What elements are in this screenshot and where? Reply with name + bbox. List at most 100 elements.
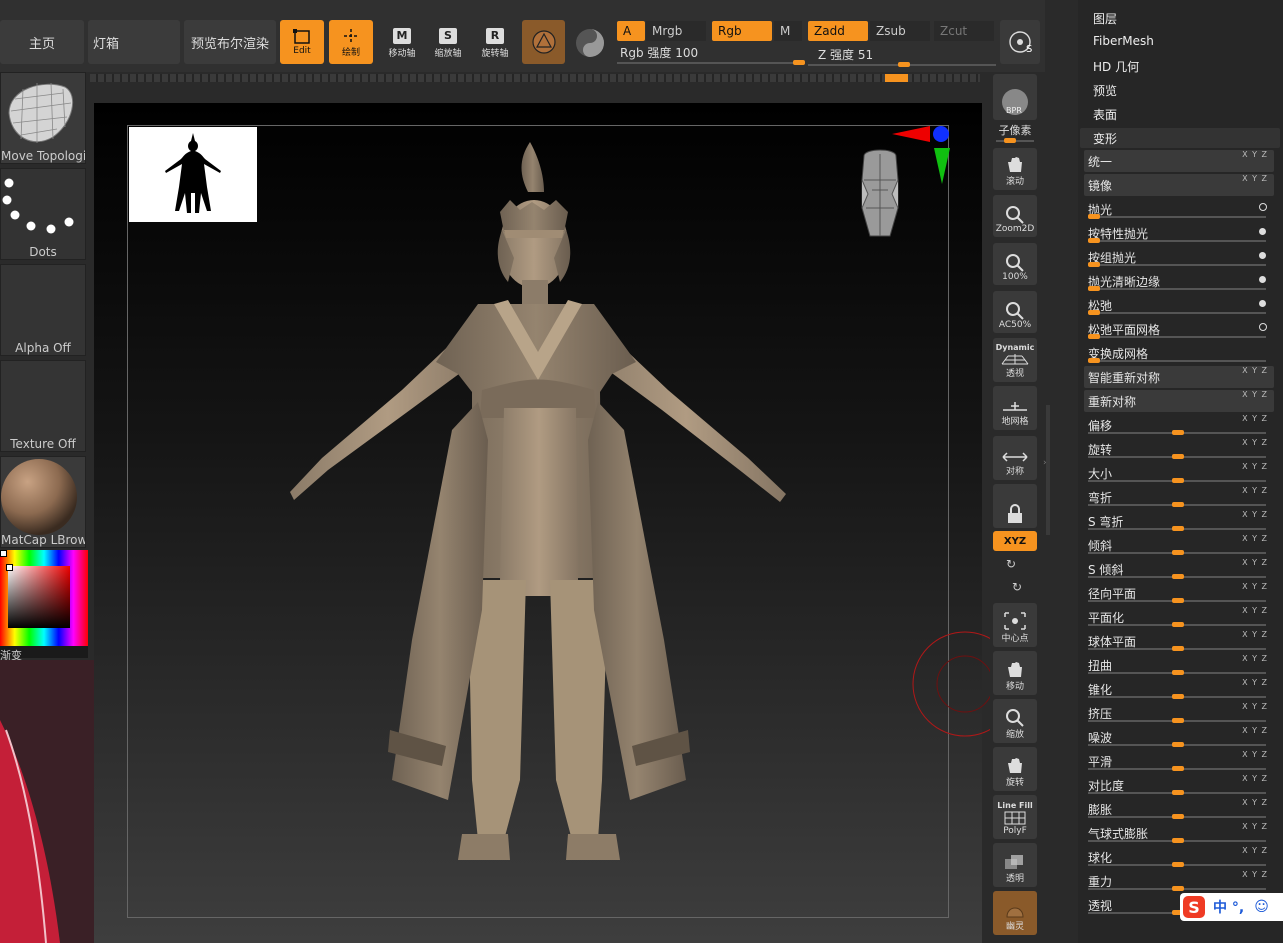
- xyz-axis-toggles[interactable]: X Y Z: [1242, 462, 1268, 471]
- deformation-slider-thumb[interactable]: [1172, 478, 1184, 483]
- deformation-slider[interactable]: [1088, 286, 1266, 291]
- rotate-view-button[interactable]: 旋转: [993, 747, 1037, 791]
- m-toggle[interactable]: M: [774, 21, 802, 41]
- draw-size-button[interactable]: S: [1000, 20, 1040, 64]
- deformation-slider-thumb[interactable]: [1172, 886, 1184, 891]
- menu-layers[interactable]: 图层: [1093, 10, 1117, 27]
- bpr-render-button[interactable]: BPR: [993, 74, 1037, 120]
- xyz-axis-toggles[interactable]: X Y Z: [1242, 846, 1268, 855]
- deformation-slider-thumb[interactable]: [1172, 742, 1184, 747]
- ghost-button[interactable]: 幽灵: [993, 891, 1037, 935]
- deformation-slider[interactable]: [1088, 862, 1266, 867]
- scale-gizmo-button[interactable]: S 缩放轴: [426, 22, 470, 64]
- menu-surface[interactable]: 表面: [1093, 106, 1117, 123]
- timeline-marker[interactable]: [885, 74, 908, 82]
- deformation-slider[interactable]: [1088, 814, 1266, 819]
- deformation-slider-thumb[interactable]: [1172, 574, 1184, 579]
- xyz-axis-toggles[interactable]: X Y Z: [1242, 654, 1268, 663]
- xyz-axis-toggles[interactable]: X Y Z: [1242, 750, 1268, 759]
- deformation-slider[interactable]: [1088, 478, 1266, 483]
- scroll-button[interactable]: 滚动: [993, 148, 1037, 190]
- xyz-axis-toggles[interactable]: X Y Z: [1242, 486, 1268, 495]
- deformation-row[interactable]: 重力 X Y Z: [1084, 870, 1274, 892]
- deformation-row[interactable]: 抛光清晰边缘: [1084, 270, 1274, 292]
- orientation-gizmo[interactable]: [846, 124, 954, 250]
- ac50-button[interactable]: AC50%: [993, 291, 1037, 333]
- deformation-slider[interactable]: [1088, 526, 1266, 531]
- deformation-row[interactable]: 重新对称 X Y Z: [1084, 390, 1274, 412]
- deformation-slider-thumb[interactable]: [1088, 238, 1100, 243]
- xyz-axis-toggles[interactable]: X Y Z: [1242, 414, 1268, 423]
- lock-camera-button[interactable]: [993, 484, 1037, 528]
- deformation-slider-thumb[interactable]: [1088, 334, 1100, 339]
- deformation-slider[interactable]: [1088, 238, 1266, 243]
- draw-button[interactable]: 绘制: [329, 20, 373, 64]
- deformation-row[interactable]: 弯折 X Y Z: [1084, 486, 1274, 508]
- deformation-slider-thumb[interactable]: [1172, 502, 1184, 507]
- deformation-row[interactable]: 球体平面 X Y Z: [1084, 630, 1274, 652]
- deformation-slider-thumb[interactable]: [1172, 430, 1184, 435]
- edit-button[interactable]: Edit: [280, 20, 324, 64]
- xyz-axis-toggles[interactable]: X Y Z: [1242, 774, 1268, 783]
- move-view-button[interactable]: 移动: [993, 651, 1037, 695]
- deformation-row[interactable]: 抛光: [1084, 198, 1274, 220]
- option-ring-icon[interactable]: [1259, 323, 1267, 331]
- deformation-slider-thumb[interactable]: [1172, 814, 1184, 819]
- transparency-button[interactable]: 透明: [993, 843, 1037, 887]
- deformation-slider[interactable]: [1088, 214, 1266, 219]
- xyz-axis-toggles[interactable]: X Y Z: [1242, 702, 1268, 711]
- scale-view-button[interactable]: 缩放: [993, 699, 1037, 743]
- deformation-slider-thumb[interactable]: [1088, 214, 1100, 219]
- deformation-slider[interactable]: [1088, 886, 1266, 891]
- material-tile[interactable]: MatCap LBrown: [0, 456, 86, 548]
- option-dot-icon[interactable]: [1259, 252, 1266, 259]
- deformation-slider-thumb[interactable]: [1172, 766, 1184, 771]
- timeline-strip[interactable]: [90, 74, 980, 82]
- deformation-slider-thumb[interactable]: [1088, 286, 1100, 291]
- main-color-swatch[interactable]: [0, 550, 7, 557]
- deformation-row[interactable]: 松弛平面网格: [1084, 318, 1274, 340]
- menu-deformation[interactable]: 变形: [1093, 130, 1117, 147]
- subpixel-slider[interactable]: [996, 138, 1034, 143]
- z-rotate-icon[interactable]: ↻: [1012, 580, 1022, 594]
- deformation-slider[interactable]: [1088, 718, 1266, 723]
- deformation-slider[interactable]: [1088, 598, 1266, 603]
- xyz-axis-toggles[interactable]: X Y Z: [1242, 534, 1268, 543]
- menu-hd-geometry[interactable]: HD 几何: [1093, 58, 1139, 75]
- actual-size-button[interactable]: 100%: [993, 243, 1037, 285]
- rgb-intensity-thumb[interactable]: [793, 60, 805, 65]
- option-dot-icon[interactable]: [1259, 300, 1266, 307]
- deformation-row[interactable]: 球化 X Y Z: [1084, 846, 1274, 868]
- rotate-gizmo-button[interactable]: R 旋转轴: [473, 22, 517, 64]
- z-axis-ball[interactable]: [933, 126, 949, 142]
- perspective-button[interactable]: Dynamic 透视: [993, 338, 1037, 382]
- deformation-row[interactable]: 统一 X Y Z: [1084, 150, 1274, 172]
- deformation-row[interactable]: 按特性抛光: [1084, 222, 1274, 244]
- xyz-axis-toggles[interactable]: X Y Z: [1242, 582, 1268, 591]
- xyz-axis-toggles[interactable]: X Y Z: [1242, 606, 1268, 615]
- deformation-slider[interactable]: [1088, 262, 1266, 267]
- xyz-axis-toggles[interactable]: X Y Z: [1242, 390, 1268, 399]
- sculpt-model[interactable]: [282, 140, 794, 868]
- tray-scrollbar[interactable]: [1046, 405, 1050, 535]
- xyz-axis-toggles[interactable]: X Y Z: [1242, 174, 1268, 183]
- z-intensity-thumb[interactable]: [897, 62, 910, 67]
- deformation-row[interactable]: S 弯折 X Y Z: [1084, 510, 1274, 532]
- polyframe-button[interactable]: Line Fill PolyF: [993, 795, 1037, 839]
- y-axis-arrow[interactable]: [934, 148, 950, 184]
- menu-fibermesh[interactable]: FiberMesh: [1093, 34, 1154, 48]
- home-button[interactable]: 主页: [0, 20, 84, 64]
- deformation-row[interactable]: S 倾斜 X Y Z: [1084, 558, 1274, 580]
- deformation-slider[interactable]: [1088, 646, 1266, 651]
- xyz-axis-toggles[interactable]: X Y Z: [1242, 510, 1268, 519]
- xyz-axis-toggles[interactable]: X Y Z: [1242, 558, 1268, 567]
- deformation-slider-thumb[interactable]: [1172, 670, 1184, 675]
- deformation-slider[interactable]: [1088, 334, 1266, 339]
- deformation-slider[interactable]: [1088, 790, 1266, 795]
- lightbox-button[interactable]: 灯箱: [88, 20, 180, 64]
- bpr-preview-button[interactable]: 预览布尔渲染: [184, 20, 276, 64]
- deformation-row[interactable]: 按组抛光: [1084, 246, 1274, 268]
- deformation-slider[interactable]: [1088, 742, 1266, 747]
- rgb-toggle[interactable]: Rgb: [712, 21, 772, 41]
- deformation-row[interactable]: 气球式膨胀 X Y Z: [1084, 822, 1274, 844]
